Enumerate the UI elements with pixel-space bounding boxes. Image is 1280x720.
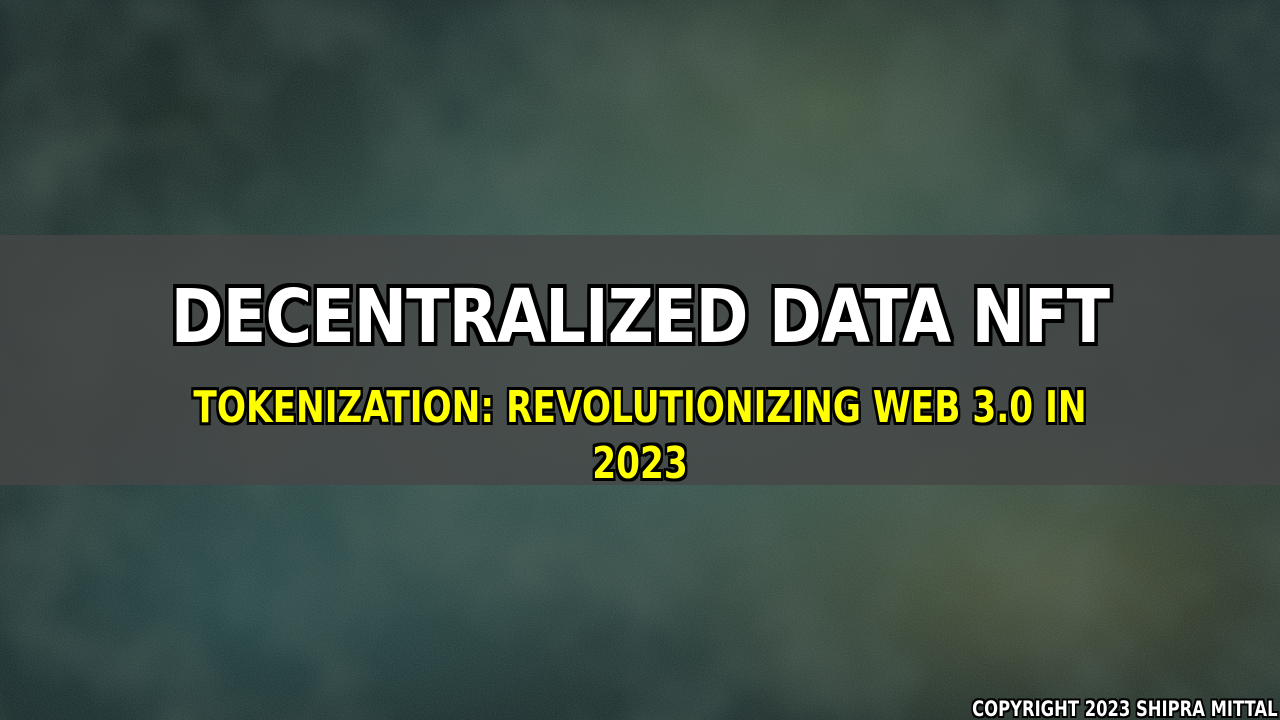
thumbnail-canvas: DECENTRALIZED DATA NFT TOKENIZATION: REV… <box>0 0 1280 720</box>
subtitle: TOKENIZATION: REVOLUTIONIZING WEB 3.0 IN… <box>193 382 1087 489</box>
main-title: DECENTRALIZED DATA NFT <box>170 274 1110 360</box>
copyright-notice: COPYRIGHT 2023 SHIPRA MITTAL <box>972 697 1278 720</box>
